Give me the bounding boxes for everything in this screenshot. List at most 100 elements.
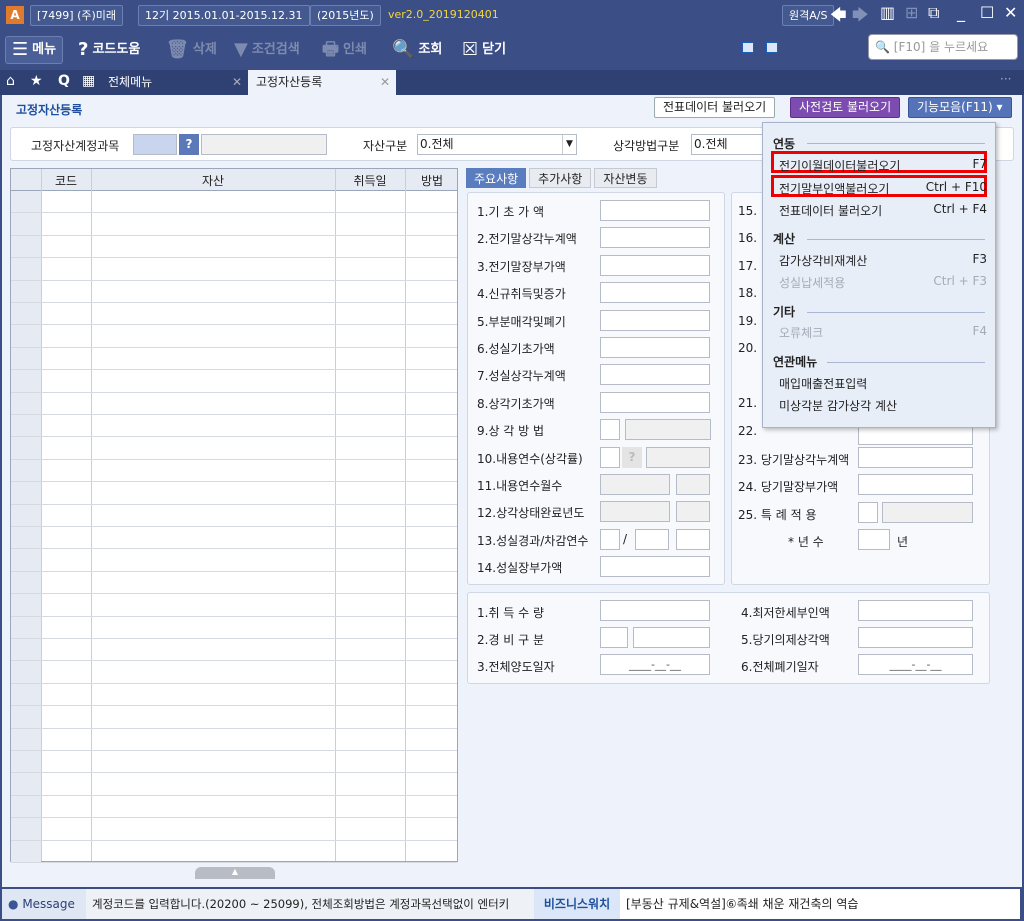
field-11-extra-input[interactable] (676, 474, 710, 495)
account-help-button[interactable]: ? (179, 134, 199, 155)
back-arrow-icon[interactable]: 🡄 (830, 4, 847, 31)
voucher-load-button[interactable]: 전표데이터 불러오기 (654, 97, 776, 118)
table-row[interactable] (11, 459, 457, 483)
table-row[interactable] (11, 191, 457, 214)
transfer-date-input[interactable]: ____-__-__ (600, 654, 710, 675)
close-icon[interactable]: ✕ (1004, 3, 1017, 22)
star-icon[interactable]: ★ (30, 73, 43, 89)
table-row[interactable] (11, 549, 457, 572)
field-24-input[interactable] (858, 474, 973, 495)
table-row[interactable] (11, 795, 457, 819)
more-icon[interactable]: ··· (1000, 72, 1011, 86)
expense-code-input[interactable] (600, 627, 628, 648)
table-row[interactable] (11, 840, 457, 863)
field-5-input[interactable] (600, 309, 710, 331)
table-row[interactable] (11, 437, 457, 460)
bizwatch-label[interactable]: 비즈니스워치 (534, 889, 620, 919)
tab-main[interactable]: 주요사항 (466, 168, 527, 188)
field-23-input[interactable] (858, 447, 973, 468)
close-button[interactable]: ☒ 닫기 (462, 36, 506, 64)
table-row[interactable] (11, 235, 457, 259)
code-help-button[interactable]: ? 코드도움 (78, 36, 140, 64)
field-13-extra-input[interactable] (676, 528, 710, 550)
book-icon[interactable]: ▥ (880, 3, 895, 22)
table-row[interactable] (11, 571, 457, 595)
menu-item-prior-carryover[interactable]: 전기이월데이터불러오기 F7 (779, 157, 987, 174)
field-2-input[interactable] (600, 227, 710, 249)
elapsed-years-input[interactable] (600, 528, 620, 550)
table-row[interactable] (11, 347, 457, 371)
field-11-input[interactable] (600, 474, 670, 495)
table-row[interactable] (11, 392, 457, 415)
col-code[interactable]: 코드 (41, 172, 91, 189)
home-icon[interactable]: ⌂ (6, 73, 15, 89)
table-row[interactable] (11, 706, 457, 729)
tab-close-icon[interactable]: ✕ (232, 70, 242, 95)
expand-handle[interactable]: ▲ (195, 867, 275, 879)
table-row[interactable] (11, 661, 457, 684)
layout1-icon[interactable] (742, 42, 754, 53)
field-3-input[interactable] (600, 254, 710, 276)
qty-input[interactable] (600, 600, 710, 621)
table-row[interactable] (11, 818, 457, 841)
field-7-input[interactable] (600, 364, 710, 386)
menu-item-voucher-load[interactable]: 전표데이터 불러오기 Ctrl + F4 (779, 202, 987, 219)
table-row[interactable] (11, 370, 457, 393)
minimize-icon[interactable]: _ (957, 3, 965, 22)
table-row[interactable] (11, 639, 457, 662)
tab-all-menu[interactable]: 전체메뉴 ✕ (100, 70, 248, 95)
print-button[interactable]: 🖶 인쇄 (322, 36, 367, 64)
table-row[interactable] (11, 594, 457, 617)
period-selector[interactable]: 12기 2015.01.01-2015.12.31 (138, 5, 310, 26)
col-asset[interactable]: 자산 (91, 172, 335, 189)
asset-type-select[interactable]: 0.전체 ▼ (417, 134, 577, 155)
news-ticker[interactable]: [부동산 규제&역설]⑥족쇄 채운 재건축의 역습 (620, 889, 1020, 919)
useful-life-help-button[interactable]: ? (622, 446, 642, 468)
window-icon[interactable]: ⧉ (928, 3, 939, 23)
method-name-input[interactable] (625, 419, 711, 441)
special-name-input[interactable] (882, 502, 973, 523)
maximize-icon[interactable]: ☐ (980, 3, 994, 22)
company-selector[interactable]: [7499] (주)미래 (30, 5, 124, 26)
menu-item-sales-voucher[interactable]: 매입매출전표입력 (779, 375, 987, 392)
tab-asset-change[interactable]: 자산변동 (594, 168, 657, 188)
min-tax-input[interactable] (858, 600, 973, 621)
table-row[interactable] (11, 325, 457, 348)
menu-item-recalc[interactable]: 감가상각비재계산 F3 (779, 252, 987, 269)
account-code-input[interactable] (133, 134, 177, 155)
field-12-input[interactable] (600, 501, 670, 523)
table-row[interactable] (11, 504, 457, 527)
table-row[interactable] (11, 303, 457, 326)
field-1-input[interactable] (600, 200, 710, 221)
table-row[interactable] (11, 527, 457, 550)
condition-search-button[interactable]: ▼ 조건검색 (234, 36, 300, 64)
menu-item-error-check[interactable]: 오류체크 F4 (779, 324, 987, 341)
asset-grid[interactable]: 코드 자산 취득일 방법 (10, 168, 458, 863)
calendar-icon[interactable]: ▦ (82, 73, 95, 89)
account-name-input[interactable] (201, 134, 327, 155)
field-4-input[interactable] (600, 282, 710, 304)
menu-button[interactable]: ☰ 메뉴 (5, 36, 64, 64)
remote-as-button[interactable]: 원격A/S (782, 5, 835, 26)
forward-arrow-icon[interactable]: 🡆 (852, 4, 869, 31)
disposal-date-input[interactable]: ____-__-__ (858, 654, 973, 675)
tab-fixed-asset[interactable]: 고정자산등록 ✕ (248, 70, 396, 95)
table-row[interactable] (11, 683, 457, 707)
table-row[interactable] (11, 728, 457, 751)
search-tab-icon[interactable]: Q (58, 73, 70, 89)
method-select[interactable]: 0.전체 (691, 134, 771, 155)
col-acquired[interactable]: 취득일 (335, 172, 405, 189)
grid-icon[interactable]: ⊞ (905, 3, 918, 22)
special-code-input[interactable] (858, 502, 878, 523)
tab-close-icon[interactable]: ✕ (380, 70, 390, 95)
useful-life-input[interactable] (600, 446, 620, 468)
menu-item-faithful-tax[interactable]: 성실납세적용 Ctrl + F3 (779, 274, 987, 291)
table-row[interactable] (11, 415, 457, 438)
table-row[interactable] (11, 616, 457, 639)
tab-additional[interactable]: 추가사항 (529, 168, 592, 188)
menu-item-prior-disallowed[interactable]: 전기말부인액불러오기 Ctrl + F10 (779, 180, 987, 197)
precheck-load-button[interactable]: 사전검토 불러오기 (790, 97, 901, 118)
fiscal-year[interactable]: (2015년도) (310, 5, 381, 26)
table-row[interactable] (11, 482, 457, 505)
expense-name-input[interactable] (633, 627, 710, 648)
